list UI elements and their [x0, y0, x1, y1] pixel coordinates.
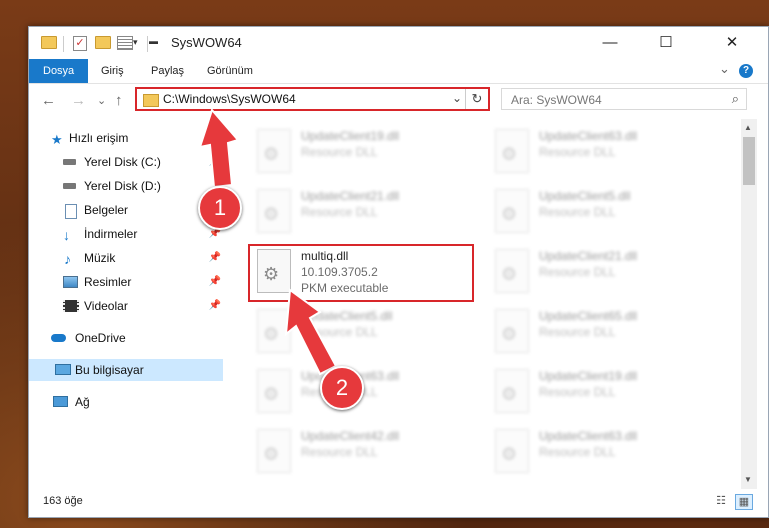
annotation-badge-1: 1: [198, 186, 242, 230]
arrow-1: [198, 108, 240, 189]
arrow-2: [284, 288, 338, 376]
annotation-badge-2: 2: [320, 366, 364, 410]
annotation-arrows: [198, 108, 338, 376]
